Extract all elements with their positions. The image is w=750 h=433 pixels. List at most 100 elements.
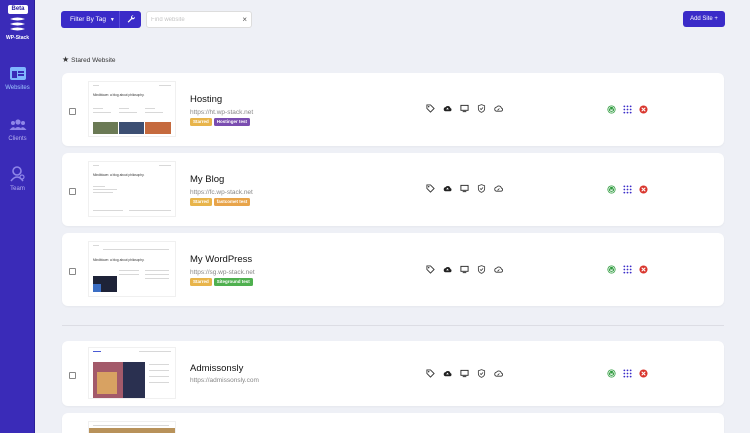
site-url[interactable]: https://sg.wp-stack.net	[190, 269, 255, 276]
select-checkbox[interactable]	[69, 188, 76, 195]
monitor-icon[interactable]	[460, 369, 469, 378]
tag-badge[interactable]: Hostinger test	[213, 118, 251, 126]
select-checkbox[interactable]	[69, 372, 76, 379]
filter-by-tag-label: Filter By Tag ▼	[70, 16, 115, 23]
delete-icon[interactable]	[639, 105, 648, 114]
cloud-upload-icon[interactable]	[443, 265, 452, 274]
grid-menu-icon[interactable]	[623, 105, 632, 114]
cloud-upload-icon[interactable]	[443, 369, 452, 378]
plus-icon: +	[714, 16, 718, 22]
sidebar-item-websites[interactable]: Websites	[0, 66, 35, 91]
tag-badge[interactable]: Starred	[190, 198, 212, 206]
site-card: Admissonsly https://admissonsly.com	[62, 341, 724, 406]
select-checkbox[interactable]	[69, 108, 76, 115]
sidebar: Beta WP-Stack Websites Clients Team	[0, 0, 35, 433]
clear-search-icon[interactable]: ×	[242, 15, 247, 24]
sidebar-item-team[interactable]: Team	[0, 165, 35, 192]
grid-menu-icon[interactable]	[623, 185, 632, 194]
tag-icon[interactable]	[426, 265, 435, 274]
site-tools	[426, 104, 503, 113]
tag-badge[interactable]: Siteground test	[213, 278, 253, 286]
speed-cloud-icon[interactable]	[494, 265, 503, 274]
stack-logo-icon[interactable]	[7, 17, 28, 33]
search-input[interactable]	[151, 14, 239, 26]
site-actions	[607, 369, 648, 378]
delete-icon[interactable]	[639, 185, 648, 194]
site-thumbnail[interactable]: Mindblown: a blog about philosophy.	[88, 241, 176, 297]
thumb-menu	[103, 249, 169, 250]
site-url[interactable]: https://admissonsly.com	[190, 377, 259, 384]
shield-check-icon[interactable]	[477, 104, 486, 113]
thumb-line	[145, 108, 155, 109]
thumb-image	[119, 122, 144, 134]
site-thumbnail[interactable]	[88, 421, 176, 433]
section-divider	[62, 325, 724, 326]
wordpress-icon[interactable]	[607, 369, 616, 378]
tag-badge[interactable]: Starred	[190, 278, 212, 286]
sidebar-item-label: Websites	[5, 85, 30, 91]
thumb-line	[93, 189, 117, 190]
tag-badge[interactable]: Starred	[190, 118, 212, 126]
site-thumbnail[interactable]	[88, 347, 176, 399]
thumb-image	[89, 428, 175, 433]
thumb-line	[93, 112, 111, 113]
user-icon	[9, 166, 25, 182]
thumb-line	[149, 376, 169, 377]
thumb-menu	[159, 165, 171, 166]
shield-check-icon[interactable]	[477, 265, 486, 274]
site-url[interactable]: https://ht.wp-stack.net	[190, 109, 253, 116]
site-name[interactable]: My WordPress	[190, 254, 252, 265]
site-thumbnail[interactable]: Mindblown: a blog about philosophy.	[88, 161, 176, 217]
wordpress-icon[interactable]	[607, 185, 616, 194]
wordpress-icon[interactable]	[607, 105, 616, 114]
cloud-upload-icon[interactable]	[443, 104, 452, 113]
thumb-line	[145, 278, 169, 279]
select-checkbox[interactable]	[69, 268, 76, 275]
thumb-logo	[93, 165, 99, 166]
sidebar-item-label: Clients	[8, 136, 27, 142]
star-icon: ★	[62, 55, 70, 64]
shield-check-icon[interactable]	[477, 184, 486, 193]
monitor-icon[interactable]	[460, 104, 469, 113]
tag-icon[interactable]	[426, 369, 435, 378]
thumb-line	[93, 108, 103, 109]
grid-menu-icon[interactable]	[623, 265, 632, 274]
tag-icon[interactable]	[426, 104, 435, 113]
wordpress-icon[interactable]	[607, 265, 616, 274]
delete-icon[interactable]	[639, 265, 648, 274]
thumb-logo	[93, 85, 99, 86]
thumb-menu	[159, 85, 171, 86]
site-url[interactable]: https://fc.wp-stack.net	[190, 189, 253, 196]
thumb-line	[119, 112, 137, 113]
thumb-line	[129, 210, 171, 211]
thumb-image	[97, 372, 117, 394]
filter-by-tag-button[interactable]: Filter By Tag ▼	[61, 11, 141, 28]
site-name[interactable]: Admissonsly	[190, 363, 243, 374]
delete-icon[interactable]	[639, 369, 648, 378]
thumb-line	[145, 274, 169, 275]
monitor-icon[interactable]	[460, 184, 469, 193]
grid-menu-icon[interactable]	[623, 369, 632, 378]
site-thumbnail[interactable]: Mindblown: a blog about philosophy.	[88, 81, 176, 137]
thumb-line	[119, 274, 139, 275]
tag-icon[interactable]	[426, 184, 435, 193]
add-site-button[interactable]: Add Site +	[683, 11, 725, 27]
wrench-icon[interactable]	[120, 14, 141, 25]
thumb-line	[93, 192, 113, 193]
site-name[interactable]: My Blog	[190, 174, 224, 185]
site-name[interactable]: Hosting	[190, 94, 222, 105]
speed-cloud-icon[interactable]	[494, 104, 503, 113]
thumb-title: Mindblown: a blog about philosophy.	[93, 258, 145, 262]
tag-list: Starred Siteground test	[190, 278, 253, 286]
shield-check-icon[interactable]	[477, 369, 486, 378]
browser-icon	[9, 67, 26, 80]
speed-cloud-icon[interactable]	[494, 184, 503, 193]
speed-cloud-icon[interactable]	[494, 369, 503, 378]
sidebar-item-clients[interactable]: Clients	[0, 117, 35, 142]
thumb-line	[149, 370, 169, 371]
monitor-icon[interactable]	[460, 265, 469, 274]
cloud-upload-icon[interactable]	[443, 184, 452, 193]
search-box: ×	[146, 11, 252, 28]
tag-badge[interactable]: fastcomet test	[213, 198, 251, 206]
site-card: Mindblown: a blog about philosophy. My W…	[62, 233, 724, 306]
